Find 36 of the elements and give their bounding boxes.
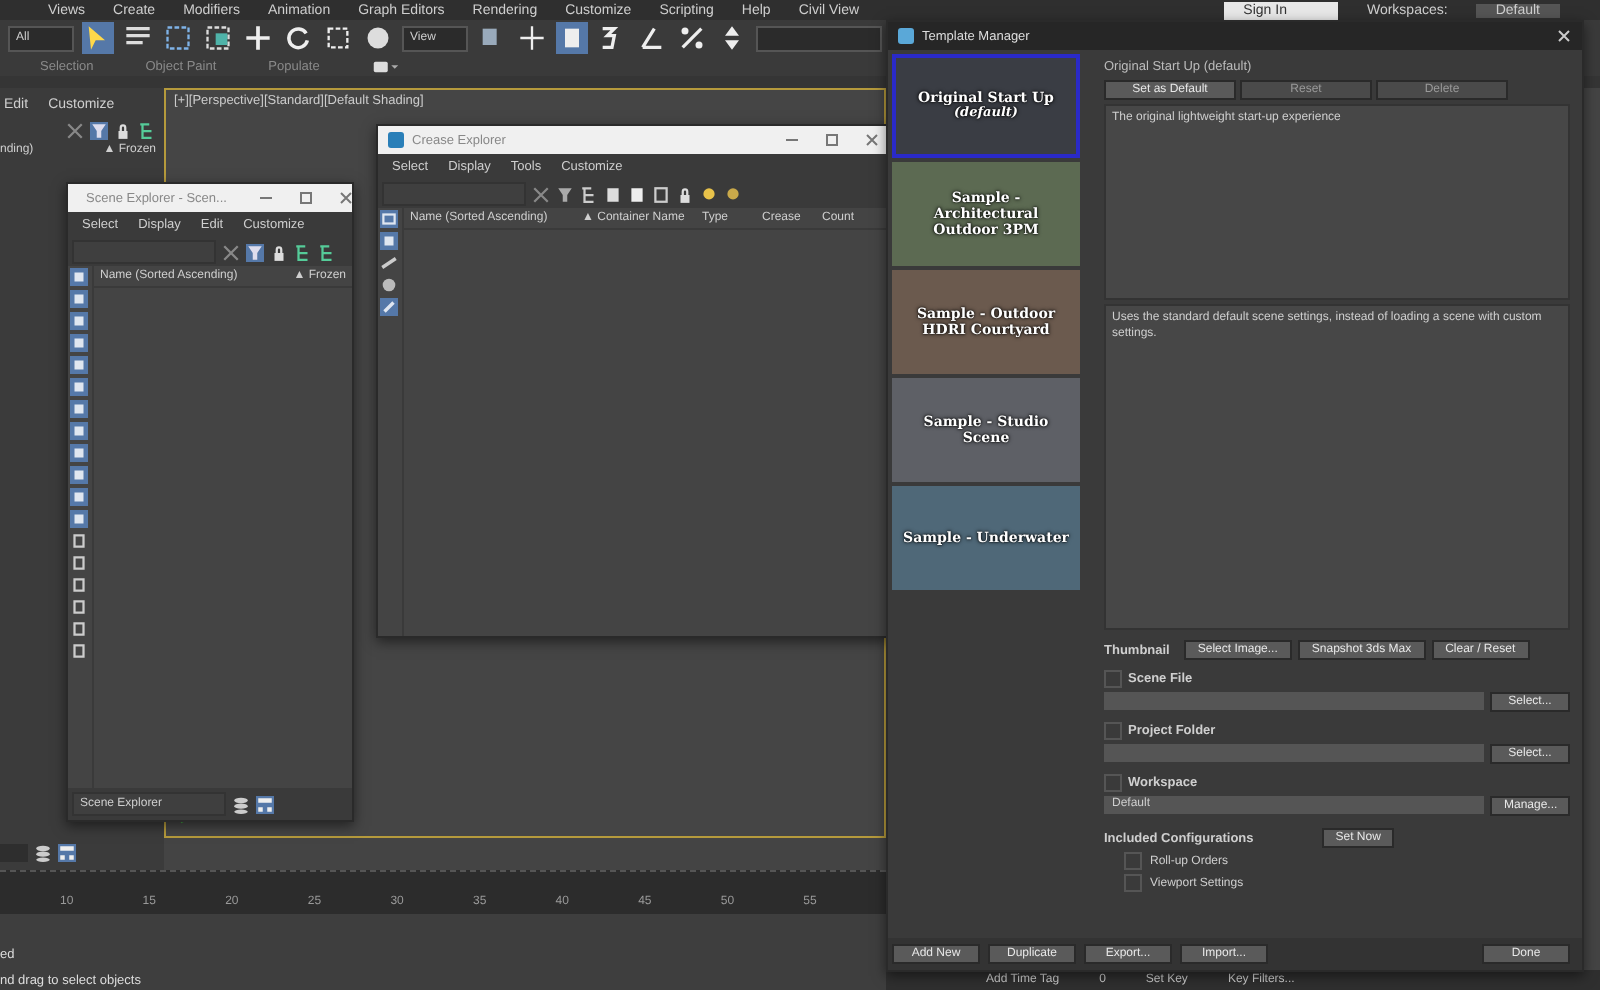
clear-icon[interactable] — [66, 122, 84, 140]
toggle-icon[interactable] — [371, 59, 400, 73]
window-crossing-icon[interactable] — [202, 22, 234, 54]
percent-icon[interactable] — [676, 22, 708, 54]
edge-icon[interactable] — [380, 254, 398, 272]
lock-icon[interactable] — [676, 185, 694, 203]
checkbox[interactable] — [1124, 852, 1142, 870]
filter-icon[interactable] — [246, 243, 264, 261]
close-icon[interactable] — [1556, 28, 1572, 44]
app-icon — [898, 28, 914, 44]
filter-icon[interactable] — [556, 185, 574, 203]
close-icon[interactable] — [338, 190, 355, 206]
selection-region-icon[interactable] — [162, 22, 194, 54]
crosshair-icon[interactable] — [516, 22, 548, 54]
clear-icon[interactable] — [532, 185, 550, 203]
snap-icon[interactable] — [556, 22, 588, 54]
maximize-icon[interactable] — [824, 132, 840, 148]
maximize-icon[interactable] — [298, 190, 315, 206]
clear-icon[interactable] — [222, 243, 240, 261]
scale-icon[interactable] — [322, 22, 354, 54]
lock-icon[interactable] — [270, 243, 288, 261]
layers-icon[interactable] — [232, 795, 250, 813]
app-icon — [388, 132, 404, 148]
checkbox[interactable] — [1124, 874, 1142, 892]
checkbox[interactable] — [1104, 670, 1122, 688]
path-field[interactable] — [1104, 692, 1484, 710]
layers-icon[interactable] — [34, 844, 52, 862]
sphere-icon[interactable] — [380, 276, 398, 294]
sphere-icon[interactable] — [362, 22, 394, 54]
rotate-icon[interactable] — [282, 22, 314, 54]
checkbox[interactable] — [1104, 774, 1122, 792]
path-field[interactable] — [1104, 744, 1484, 762]
pen-icon[interactable] — [380, 298, 398, 316]
lock-icon[interactable] — [114, 122, 132, 140]
checkbox[interactable] — [1104, 722, 1122, 740]
move-icon[interactable] — [242, 22, 274, 54]
